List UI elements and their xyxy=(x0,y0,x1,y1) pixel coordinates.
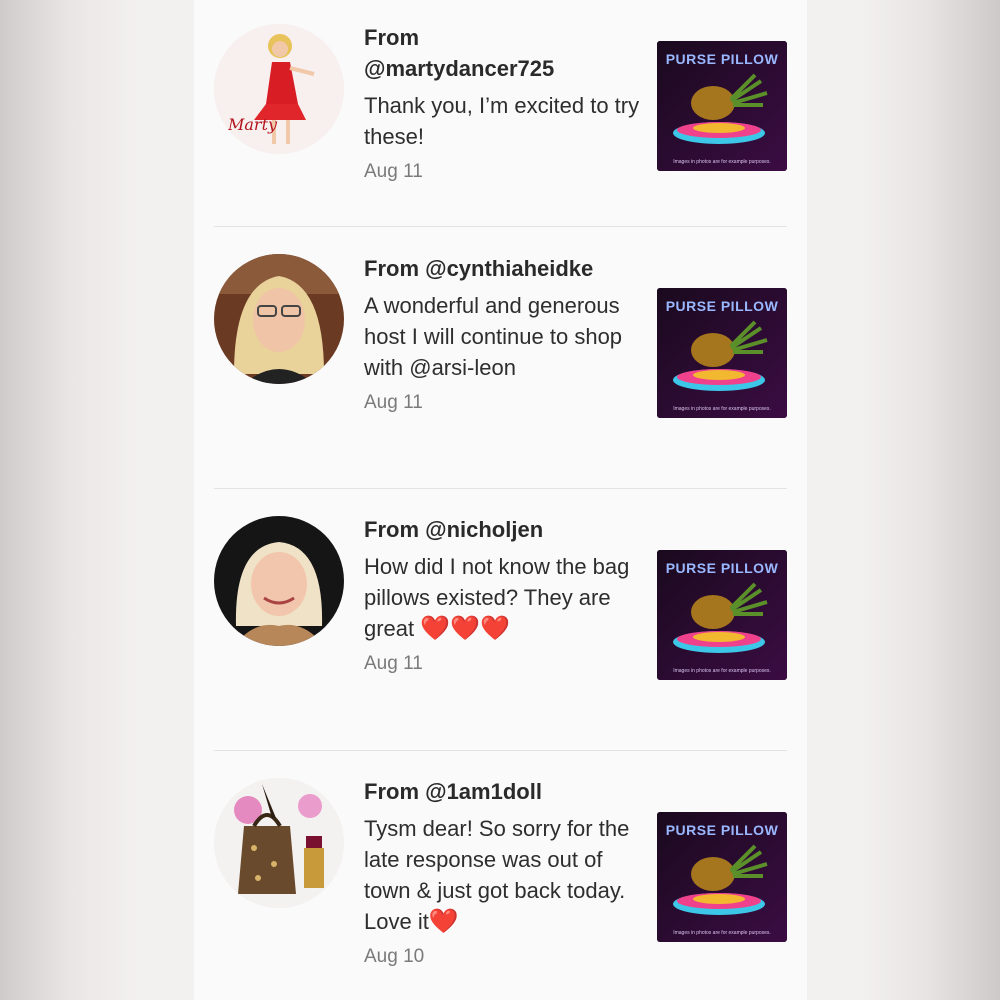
product-thumbnail[interactable]: PURSE PILLOW Images in photos are for ex… xyxy=(657,288,787,418)
product-thumbnail[interactable]: PURSE PILLOW Images in photos are for ex… xyxy=(657,812,787,942)
handbag-lipstick-icon xyxy=(214,778,344,908)
review-text: From @1am1doll Tysm dear! So sorry for t… xyxy=(364,776,644,969)
smiling-woman-icon xyxy=(214,516,344,646)
avatar-signature: Marty xyxy=(227,115,278,134)
review-date: Aug 11 xyxy=(364,653,423,674)
review-message: Tysm dear! So sorry for the late respons… xyxy=(364,816,630,935)
review-from[interactable]: From @cynthiaheidke xyxy=(364,253,644,284)
review-message: How did I not know the bag pillows exist… xyxy=(364,554,630,642)
thumbnail-title: PURSE PILLOW xyxy=(665,51,779,67)
product-thumbnail[interactable]: PURSE PILLOW Images in photos are for ex… xyxy=(657,41,787,171)
thumbnail-note: Images in photos are for example purpose… xyxy=(673,930,771,936)
thumbnail-note: Images in photos are for example purpose… xyxy=(673,406,771,412)
avatar-cynthiaheidke[interactable] xyxy=(214,254,344,384)
avatar-1am1doll[interactable] xyxy=(214,778,344,908)
thumbnail-title: PURSE PILLOW xyxy=(665,822,779,838)
heart-emoji-icon: ❤️ xyxy=(428,908,459,935)
divider xyxy=(214,488,787,489)
blonde-woman-glasses-icon xyxy=(214,254,344,384)
review-from[interactable]: From @nicholjen xyxy=(364,514,644,545)
avatar-nicholjen[interactable] xyxy=(214,516,344,646)
review-message: Thank you, I’m excited to try these! xyxy=(364,93,640,149)
thumbnail-note: Images in photos are for example purpose… xyxy=(673,159,771,165)
thumbnail-note: Images in photos are for example purpose… xyxy=(673,668,771,674)
divider xyxy=(214,750,787,751)
reviews-panel: Marty From @martydancer725 Thank you, I’m… xyxy=(194,0,807,1000)
divider xyxy=(214,226,787,227)
review-message: A wonderful and generous host I will con… xyxy=(364,293,623,380)
review-date: Aug 11 xyxy=(364,392,423,413)
avatar-martydancer725[interactable]: Marty xyxy=(214,24,344,154)
review-from[interactable]: From @1am1doll xyxy=(364,776,644,807)
heart-emoji-icon: ❤️❤️❤️ xyxy=(420,615,510,642)
review-text: From @nicholjen How did I not know the b… xyxy=(364,514,644,676)
review-date: Aug 11 xyxy=(364,161,423,182)
thumbnail-title: PURSE PILLOW xyxy=(665,298,779,314)
cartoon-dancer-icon: Marty xyxy=(214,24,344,154)
product-thumbnail[interactable]: PURSE PILLOW Images in photos are for ex… xyxy=(657,550,787,680)
review-text: From @cynthiaheidke A wonderful and gene… xyxy=(364,253,644,415)
review-from[interactable]: From @martydancer725 xyxy=(364,22,644,84)
review-text: From @martydancer725 Thank you, I’m excit… xyxy=(364,22,644,184)
thumbnail-title: PURSE PILLOW xyxy=(665,560,779,576)
review-date: Aug 10 xyxy=(364,946,425,967)
